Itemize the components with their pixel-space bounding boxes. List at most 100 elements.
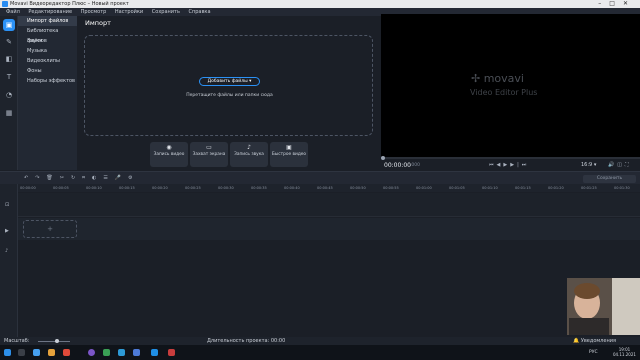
track-lock-icon[interactable]: ⊡ [5,202,9,208]
window-title: Movavi Видеоредактор Плюс – Новый проект [10,1,129,7]
start-icon[interactable] [4,349,11,356]
ruler-tick: 00:00:45 [317,186,333,190]
titles-track[interactable] [18,193,640,217]
webcam-icon: ◉ [166,144,172,151]
add-clip-slot[interactable]: + [23,220,77,238]
menu-edit[interactable]: Редактирование [28,9,72,15]
monitor-icon: ▭ [206,144,212,151]
screen-capture-button[interactable]: ▭ Захват экрана [190,142,228,167]
ruler-tick: 00:00:30 [218,186,234,190]
video-track[interactable]: + [18,218,640,240]
subpanel-item-music[interactable]: Музыка [18,46,77,56]
drop-zone[interactable]: Добавить файлы ▾ Перетащите файлы или па… [84,35,373,136]
record-video-label: Запись видео [153,152,185,157]
menu-save[interactable]: Сохранить [152,9,180,15]
audio-track-icon[interactable]: ♪ [5,248,8,254]
wand-tool-icon[interactable]: ✎ [3,36,15,48]
step-forward-icon: ▶| [510,162,522,168]
app-icon-blue[interactable] [133,349,140,356]
ruler-tick: 00:01:00 [416,186,432,190]
rotate-icon: ↻ [70,175,83,181]
player-controls: 00:00:00 .000 ⏮◀▶▶|⏭ 16:9 ▾ 🔊◫⛶ [381,156,640,170]
zoom-slider-knob[interactable] [55,339,59,343]
fullscreen-icon: ⛶ [624,162,632,168]
telegram-icon[interactable] [118,349,125,356]
quick-video-button[interactable]: ▣ Быстрое видео [270,142,308,167]
timeline-toolbar: ↶↷🗑✂↻⌗◐☰🎤⚙ Сохранить [0,171,640,184]
notifications-button[interactable]: 🔔 Уведомления [573,337,616,345]
screen-capture-label: Захват экрана [192,152,226,157]
whatsapp-icon[interactable] [103,349,110,356]
timecode-ms: .000 [410,163,421,168]
aspect-ratio-select[interactable]: 16:9 ▾ [581,162,596,168]
system-clock[interactable]: 19:01 04.11.2021 [613,347,636,357]
menu-help[interactable]: Справка [188,9,210,15]
movavi-logo: ✢ movavi [471,72,524,85]
more-tools-icon[interactable]: ▦ [3,107,15,119]
browser-icon[interactable] [63,349,70,356]
subpanel-item-effect-packs[interactable]: Наборы эффектов [18,76,77,86]
viber-icon[interactable] [88,349,95,356]
import-subpanel: Импорт файлов Библиотека файлов Звуки Му… [18,16,77,170]
import-tool-icon[interactable]: ▣ [3,19,15,31]
record-audio-label: Запись звука [234,152,264,157]
redo-icon: ↷ [35,175,47,181]
add-files-button[interactable]: Добавить файлы ▾ [199,77,260,86]
search-icon[interactable] [18,349,25,356]
ruler-tick: 00:01:30 [614,186,630,190]
undo-icon: ↶ [24,175,36,181]
subpanel-item-library[interactable]: Библиотека файлов [18,26,77,44]
subpanel-item-import-files[interactable]: Импорт файлов [18,16,77,26]
project-duration: Длительность проекта: 00:00 [207,338,286,344]
language-indicator[interactable]: РУС [589,350,598,355]
filters-tool-icon[interactable]: ◔ [3,89,15,101]
video-track-icon[interactable]: ▶ [5,228,9,234]
ruler-tick: 00:01:20 [548,186,564,190]
volume-icon: 🔊 [608,162,618,168]
explorer-icon[interactable] [33,349,40,356]
webcam-overlay [567,278,640,335]
import-panel: Импорт Добавить файлы ▾ Перетащите файлы… [77,16,380,170]
timeline-ruler[interactable]: 00:00:00 00:00:05 00:00:10 00:00:15 00:0… [18,184,640,192]
recorder-taskbar-icon[interactable] [168,349,175,356]
audio-track-area[interactable] [18,241,640,337]
prev-frame-icon: ⏮ [489,162,497,168]
zoom-slider[interactable] [38,341,70,342]
ruler-tick: 00:00:10 [86,186,102,190]
ruler-tick: 00:01:25 [581,186,597,190]
tool-rail: ▣ ✎ ◧ T ◔ ▦ [0,16,18,170]
movavi-taskbar-icon[interactable] [151,349,158,356]
magic-box-icon: ▣ [286,144,292,151]
mic-icon: 🎤 [114,175,129,181]
ruler-tick: 00:00:20 [152,186,168,190]
titles-tool-icon[interactable]: T [3,71,15,83]
window-controls[interactable]: –□✕ [598,0,636,8]
crop-icon: ⌗ [82,175,92,181]
ruler-tick: 00:01:10 [482,186,498,190]
webcam-person-image [567,278,640,335]
edit-tools[interactable]: ↶↷🗑✂↻⌗◐☰🎤⚙ [24,175,140,181]
os-taskbar: РУС 19:01 04.11.2021 [0,345,640,360]
subpanel-item-sounds[interactable]: Звуки [18,36,77,46]
playback-buttons[interactable]: ⏮◀▶▶|⏭ [489,162,529,168]
preview-player[interactable]: ✢ movavi Video Editor Plus [381,14,640,157]
next-frame-icon: ⏭ [521,162,530,168]
subpanel-item-backgrounds[interactable]: Фоны [18,66,77,76]
app-icon [2,1,8,7]
record-video-button[interactable]: ◉ Запись видео [150,142,188,167]
subpanel-item-videoclips[interactable]: Видеоклипы [18,56,77,66]
playhead-knob[interactable] [381,156,385,160]
playback-progress[interactable] [381,156,640,160]
transitions-tool-icon[interactable]: ◧ [3,53,15,65]
folder-icon[interactable] [48,349,55,356]
product-name: Video Editor Plus [470,88,538,97]
record-audio-button[interactable]: ♪ Запись звука [230,142,268,167]
zoom-label: Масштаб: [4,338,30,344]
menu-settings[interactable]: Настройки [115,9,143,15]
menu-file[interactable]: Файл [6,9,20,15]
ruler-tick: 00:01:15 [515,186,531,190]
save-button[interactable]: Сохранить [583,175,636,183]
menu-view[interactable]: Просмотр [81,9,107,15]
ruler-tick: 00:00:40 [284,186,300,190]
preview-tools[interactable]: 🔊◫⛶ [608,162,631,168]
